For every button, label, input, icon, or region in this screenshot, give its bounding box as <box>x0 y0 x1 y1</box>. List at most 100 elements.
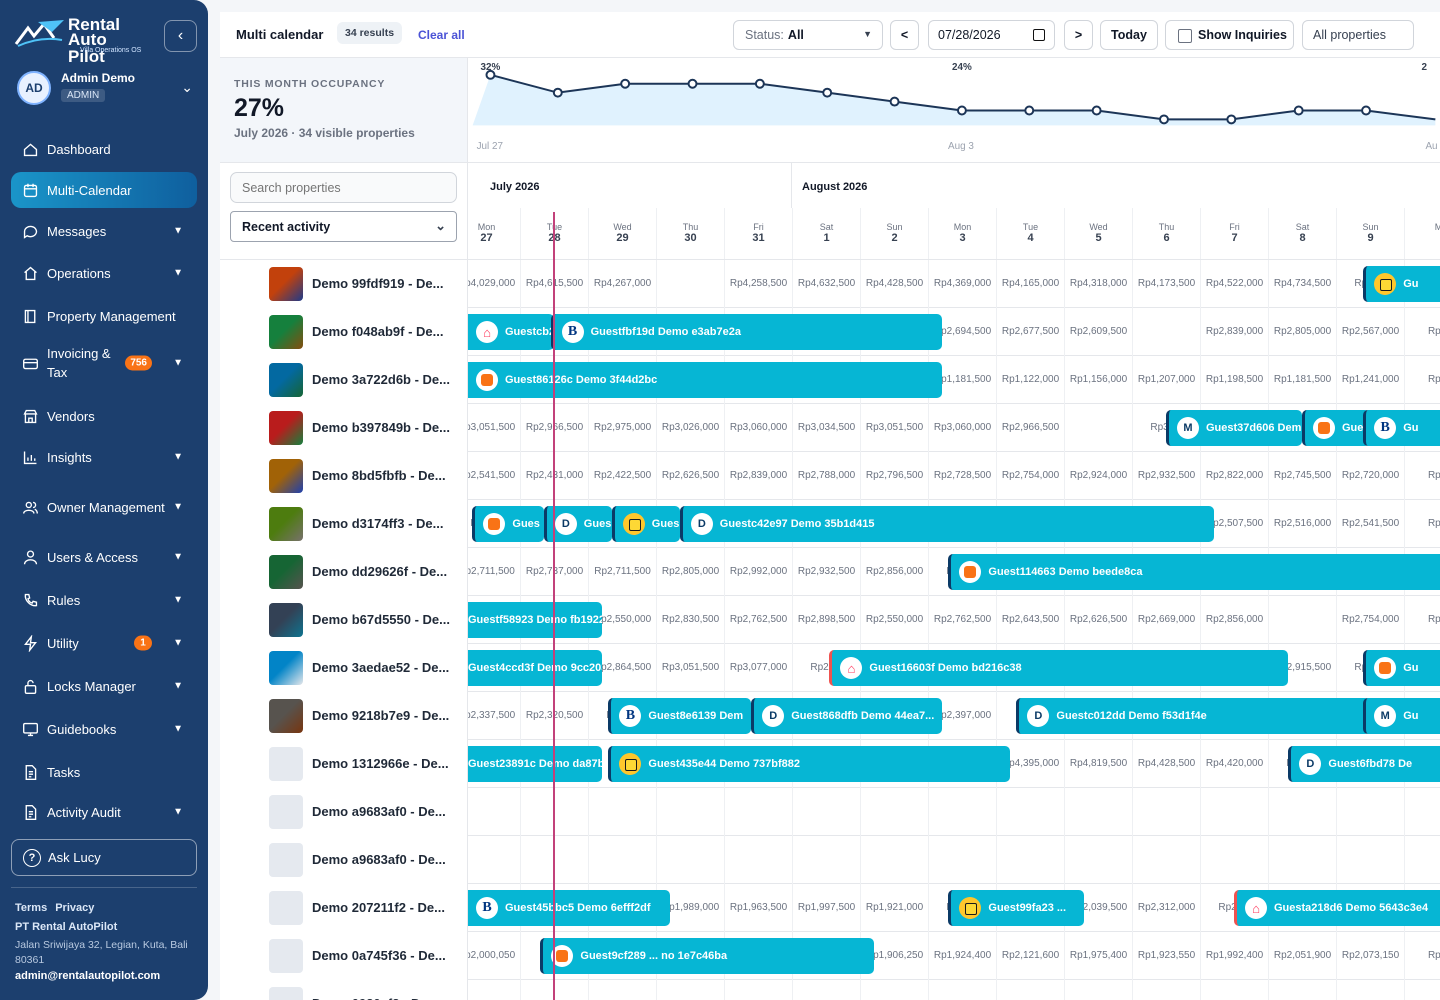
property-cell[interactable]: Demo 99fdf919 - De... <box>220 260 468 308</box>
contact-email[interactable]: admin@rentalautopilot.com <box>15 970 160 982</box>
price-cell[interactable]: Rp4,734,500 <box>1268 260 1336 308</box>
booking-bar[interactable]: Gues <box>1302 410 1370 446</box>
price-cell[interactable]: Rp2,669,000 <box>1132 596 1200 644</box>
property-cell[interactable]: Demo 3a722d6b - De... <box>220 356 468 404</box>
price-cell[interactable]: Rp1,975,400 <box>1064 932 1132 980</box>
price-cell[interactable]: Rp2,762,500 <box>928 596 996 644</box>
property-cell[interactable]: Demo dd29626f - De... <box>220 548 468 596</box>
sidebar-item-users-access[interactable]: Users & Access ▼ <box>11 537 197 577</box>
price-cell[interactable] <box>928 836 996 884</box>
price-cell[interactable]: Rp2,932,500 <box>792 548 860 596</box>
price-cell[interactable] <box>996 980 1064 1000</box>
price-cell[interactable] <box>588 788 656 836</box>
price-cell[interactable] <box>1404 788 1440 836</box>
price-cell[interactable] <box>724 980 792 1000</box>
price-cell[interactable] <box>656 836 724 884</box>
price-cell[interactable]: Rp2,516,000 <box>1268 500 1336 548</box>
next-date-button[interactable]: > <box>1064 20 1093 50</box>
price-cell[interactable]: Rp4,522,000 <box>1200 260 1268 308</box>
date-input[interactable]: 07/28/2026 <box>928 20 1055 50</box>
price-cell[interactable]: Rp3,051,500 <box>860 404 928 452</box>
day-header[interactable]: Tue 4 <box>996 208 1064 259</box>
price-cell[interactable]: Rp2,541,500 <box>468 452 520 500</box>
booking-bar[interactable]: B Guest45bbc5 Demo 6efff2df <box>468 890 670 926</box>
occupancy-point[interactable] <box>1226 114 1237 125</box>
price-cell[interactable]: Rp2,805,000 <box>656 548 724 596</box>
clear-all-link[interactable]: Clear all <box>418 28 465 42</box>
day-header[interactable]: Thu 6 <box>1132 208 1200 259</box>
price-cell[interactable] <box>1404 836 1440 884</box>
price-cell[interactable]: Rp2,745,500 <box>1268 452 1336 500</box>
price-cell[interactable]: Rp1, <box>1404 356 1440 404</box>
price-cell[interactable] <box>1132 836 1200 884</box>
price-cell[interactable] <box>588 980 656 1000</box>
day-header[interactable]: Sat 1 <box>792 208 860 259</box>
property-cell[interactable]: Demo 9218b7e9 - De... <box>220 692 468 740</box>
show-inquiries-checkbox[interactable] <box>1178 29 1192 43</box>
property-cell[interactable]: Demo d3174ff3 - De... <box>220 500 468 548</box>
price-cell[interactable]: Rp4,318,000 <box>1064 260 1132 308</box>
booking-bar[interactable]: B Guest8e6139 Dem <box>608 698 752 734</box>
price-cell[interactable] <box>1064 404 1132 452</box>
booking-bar[interactable]: D Guestc42e97 Demo 35b1d415 <box>679 506 1214 542</box>
price-cell[interactable]: Rp1,156,000 <box>1064 356 1132 404</box>
day-header[interactable]: Mon 3 <box>928 208 996 259</box>
price-cell[interactable] <box>1064 788 1132 836</box>
price-cell[interactable]: Rp1,963,500 <box>724 884 792 932</box>
price-cell[interactable] <box>792 788 860 836</box>
price-cell[interactable] <box>1200 788 1268 836</box>
price-cell[interactable]: Rp3,060,000 <box>928 404 996 452</box>
price-cell[interactable]: Rp1,923,550 <box>1132 932 1200 980</box>
occupancy-point[interactable] <box>1024 105 1035 116</box>
price-cell[interactable] <box>656 260 724 308</box>
occupancy-point[interactable] <box>956 105 967 116</box>
price-cell[interactable]: Rp1,924,400 <box>928 932 996 980</box>
brand-logo[interactable]: Rental Auto Pilot Villa Operations OS <box>14 16 144 65</box>
price-cell[interactable] <box>1132 980 1200 1000</box>
sidebar-item-locks-manager[interactable]: Locks Manager ▼ <box>11 666 197 706</box>
ask-lucy-button[interactable]: ? Ask Lucy <box>11 839 197 876</box>
price-cell[interactable] <box>468 980 520 1000</box>
price-cell[interactable]: Rp2,805,000 <box>1268 308 1336 356</box>
price-cell[interactable]: Rp4,420,000 <box>1200 740 1268 788</box>
today-button[interactable]: Today <box>1100 20 1158 50</box>
price-cell[interactable]: Rp3,060,000 <box>724 404 792 452</box>
occupancy-point[interactable] <box>1159 114 1169 125</box>
sidebar-item-invoicing-tax[interactable]: Invoicing & Tax 756 ▼ <box>11 338 197 388</box>
price-cell[interactable]: Rp1,207,000 <box>1132 356 1200 404</box>
price-cell[interactable] <box>468 788 520 836</box>
price-cell[interactable]: Rp2,762,500 <box>724 596 792 644</box>
price-cell[interactable] <box>1268 836 1336 884</box>
price-cell[interactable]: Rp2,788,000 <box>792 452 860 500</box>
price-cell[interactable] <box>792 836 860 884</box>
sidebar-item-owner-management[interactable]: Owner Management ▼ <box>11 478 197 536</box>
occupancy-point[interactable] <box>1361 105 1371 116</box>
property-cell[interactable]: Demo 8bd5fbfb - De... <box>220 452 468 500</box>
day-header[interactable]: Sat 8 <box>1268 208 1336 259</box>
price-cell[interactable] <box>1132 308 1200 356</box>
price-cell[interactable]: Rp1,921,000 <box>860 884 928 932</box>
price-cell[interactable]: Rp3,051,500 <box>468 404 520 452</box>
booking-bar[interactable]: ⌂ Guest16603f Demo bd216c38 <box>829 650 1289 686</box>
property-cell[interactable]: Demo a9683af0 - De... <box>220 788 468 836</box>
booking-bar[interactable]: D Guest6fbd78 De <box>1288 746 1440 782</box>
booking-bar[interactable]: Guestf58923 Demo fb19224a <box>468 602 602 638</box>
price-cell[interactable] <box>928 980 996 1000</box>
price-cell[interactable]: Rp2,822,000 <box>1200 452 1268 500</box>
price-cell[interactable]: Rp2, <box>1404 596 1440 644</box>
price-cell[interactable]: Rp2, <box>1404 308 1440 356</box>
price-cell[interactable] <box>1404 980 1440 1000</box>
price-cell[interactable] <box>860 788 928 836</box>
terms-link[interactable]: Terms <box>15 902 47 914</box>
price-cell[interactable]: Rp2,754,000 <box>996 452 1064 500</box>
booking-bar[interactable]: Guest114663 Demo beede8ca <box>948 554 1440 590</box>
price-cell[interactable] <box>1268 788 1336 836</box>
price-cell[interactable]: Rp2,643,500 <box>996 596 1064 644</box>
price-cell[interactable]: Rp2,609,500 <box>1064 308 1132 356</box>
price-cell[interactable] <box>928 788 996 836</box>
status-filter-select[interactable]: Status: All ▼ <box>733 20 883 50</box>
price-cell[interactable] <box>656 980 724 1000</box>
price-cell[interactable]: Rp2,051,900 <box>1268 932 1336 980</box>
price-cell[interactable]: Rp4,819,500 <box>1064 740 1132 788</box>
price-cell[interactable]: Rp2,626,500 <box>1064 596 1132 644</box>
